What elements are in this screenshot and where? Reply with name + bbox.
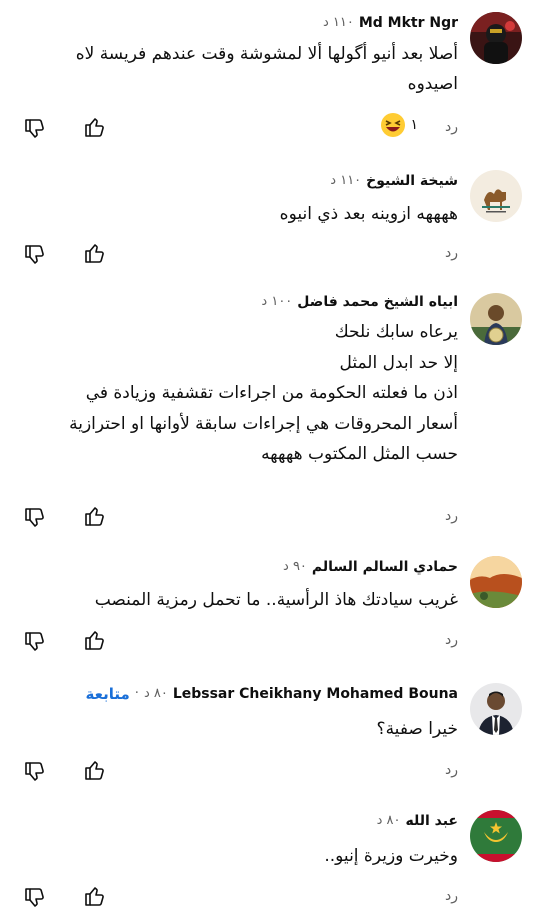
comment-line: وخيرت وزيرة إنيو..: [324, 846, 458, 866]
comment-item: حمادي السالم السالم ٩٠ د غريب سيادتك هاذ…: [0, 556, 540, 666]
comment-text: غريب سيادتك هاذ الرأسية.. ما تحمل رمزية …: [18, 585, 458, 615]
like-icon[interactable]: [82, 242, 106, 266]
reaction-count: ١: [410, 117, 418, 133]
dislike-icon[interactable]: [22, 629, 46, 653]
comment-time: ٨٠ د: [143, 686, 168, 701]
avatar[interactable]: [470, 810, 522, 862]
comment-line: غريب سيادتك هاذ الرأسية.. ما تحمل رمزية …: [94, 590, 458, 610]
comment-item: Md Mktr Ngr ١١٠ د أصلا بعد أنيو أگولها أ…: [0, 12, 540, 140]
comment-text: وخيرت وزيرة إنيو..: [18, 841, 458, 871]
comment-text: أصلا بعد أنيو أگولها ألا لمشوشة وقت عنده…: [18, 39, 458, 99]
reply-button[interactable]: رد: [445, 632, 458, 648]
dislike-icon[interactable]: [22, 505, 46, 529]
comment-item: عبد الله ٨٠ د وخيرت وزيرة إنيو.. رد: [0, 810, 540, 917]
comment-meta: Lebssar Cheikhany Mohamed Bouna ٨٠ د · م…: [86, 683, 458, 705]
reaction-summary[interactable]: ١: [380, 112, 418, 138]
author-name[interactable]: عبد الله: [406, 810, 459, 832]
comment-line: حسب المثل المكتوب ههههه: [261, 444, 458, 464]
comment-item: Lebssar Cheikhany Mohamed Bouna ٨٠ د · م…: [0, 683, 540, 793]
laughing-emoji-icon: [381, 113, 406, 137]
comment-meta: Md Mktr Ngr ١١٠ د: [323, 12, 458, 34]
comment-text: يرعاه سابك نلحك إلا حد ابدل المثل اذن ما…: [18, 317, 458, 470]
comment-actions: رد: [22, 885, 458, 915]
like-icon[interactable]: [82, 759, 106, 783]
dislike-icon[interactable]: [22, 116, 46, 140]
comment-time: ١٠٠ د: [261, 294, 293, 309]
author-name[interactable]: Md Mktr Ngr: [359, 12, 458, 34]
dislike-icon[interactable]: [22, 759, 46, 783]
comment-line: أسعار المحروقات هي إجراءات سابقة لأوانها…: [69, 413, 458, 434]
comment-meta: شيخة الشيوخ ١١٠ د: [330, 170, 458, 192]
comment-time: ٨٠ د: [376, 813, 401, 828]
comment-item: ابياه الشيخ محمد فاضل ١٠٠ د يرعاه سابك ن…: [0, 291, 540, 531]
reply-button[interactable]: رد: [445, 119, 458, 135]
avatar[interactable]: [470, 170, 522, 222]
comment-time: ١١٠ د: [322, 15, 354, 30]
comment-time: ١١٠ د: [330, 173, 362, 188]
author-name[interactable]: شيخة الشيوخ: [366, 170, 458, 192]
like-icon[interactable]: [82, 505, 106, 529]
comment-actions: رد: [22, 242, 458, 272]
comment-line: خيرا صفية؟: [376, 719, 458, 739]
comment-meta: حمادي السالم السالم ٩٠ د: [283, 556, 458, 578]
like-icon[interactable]: [82, 885, 106, 909]
author-name[interactable]: حمادي السالم السالم: [312, 556, 458, 578]
comment-actions: ١ رد: [22, 113, 458, 146]
reply-button[interactable]: رد: [445, 762, 458, 778]
comment-text: خيرا صفية؟: [18, 714, 458, 744]
comment-item: شيخة الشيوخ ١١٠ د ههههه ازوينه بعد ذي ان…: [0, 170, 540, 270]
reply-button[interactable]: رد: [445, 245, 458, 261]
comment-line: اذن ما فعلته الحكومة من اجراءات تقشفية و…: [85, 383, 458, 403]
comment-meta: عبد الله ٨٠ د: [377, 810, 458, 832]
avatar[interactable]: [470, 12, 522, 64]
avatar[interactable]: [470, 556, 522, 608]
dislike-icon[interactable]: [22, 885, 46, 909]
comment-time: ٩٠ د: [283, 559, 307, 574]
comment-line: أصلا بعد أنيو أگولها ألا لمشوشة وقت عنده…: [75, 44, 458, 64]
comment-meta: ابياه الشيخ محمد فاضل ١٠٠ د: [261, 291, 458, 313]
dislike-icon[interactable]: [22, 242, 46, 266]
like-icon[interactable]: [82, 116, 106, 140]
comment-line: إلا حد ابدل المثل: [339, 352, 458, 373]
author-name[interactable]: ابياه الشيخ محمد فاضل: [297, 291, 458, 313]
comment-line: اصيدوه: [407, 74, 458, 94]
comment-text: ههههه ازوينه بعد ذي انيوه: [18, 199, 458, 229]
separator-dot: ·: [134, 686, 139, 701]
comment-line: يرعاه سابك نلحك: [334, 322, 458, 342]
reply-button[interactable]: رد: [445, 888, 458, 904]
avatar[interactable]: [470, 293, 522, 345]
follow-button[interactable]: متابعة: [86, 683, 130, 705]
comment-actions: رد: [22, 505, 458, 535]
author-name[interactable]: Lebssar Cheikhany Mohamed Bouna: [173, 683, 458, 705]
like-icon[interactable]: [82, 629, 106, 653]
avatar[interactable]: [470, 683, 522, 735]
comment-line: ههههه ازوينه بعد ذي انيوه: [279, 204, 458, 224]
comment-actions: رد: [22, 759, 458, 789]
reply-button[interactable]: رد: [445, 508, 458, 524]
comment-actions: رد: [22, 629, 458, 659]
